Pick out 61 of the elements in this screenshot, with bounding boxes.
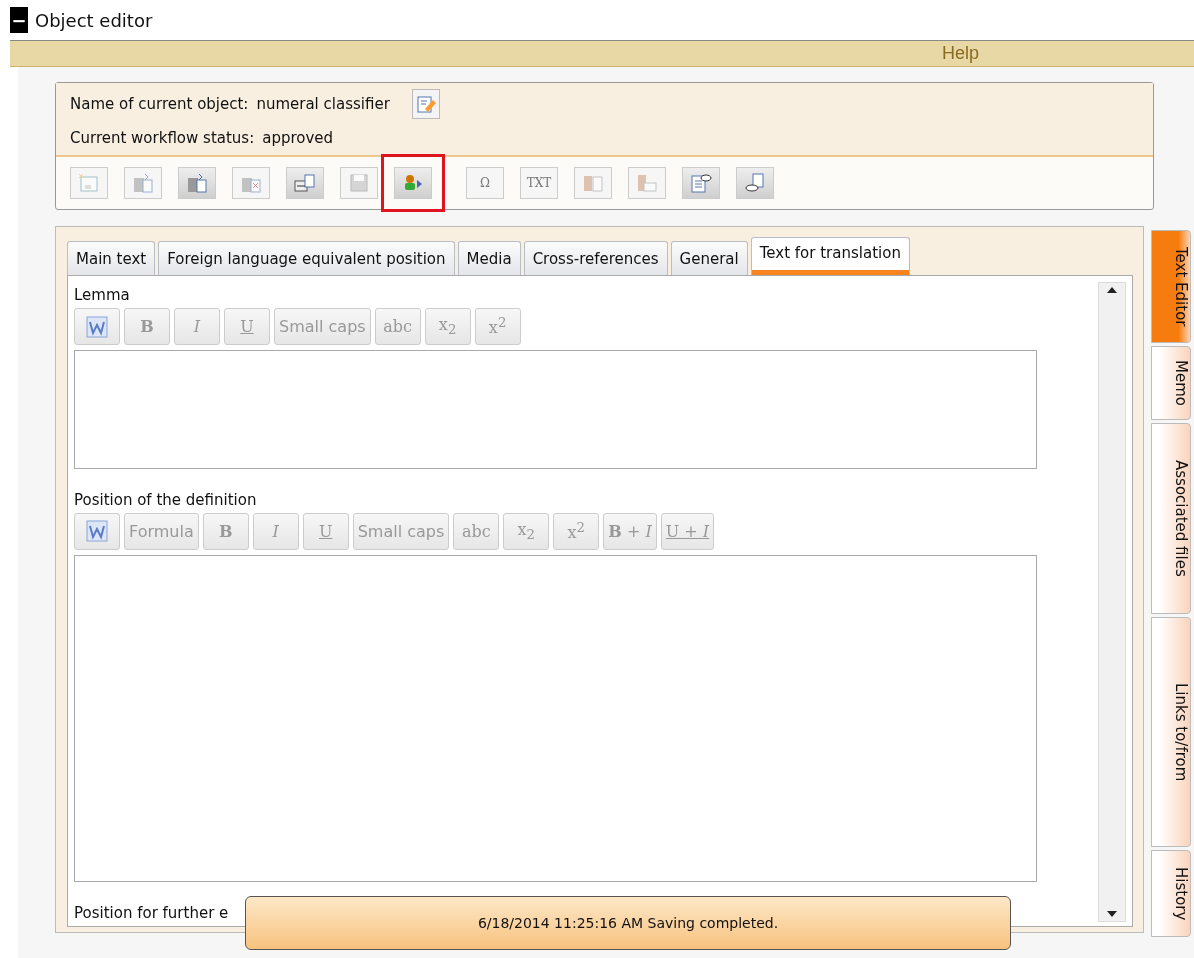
book-icon — [635, 172, 659, 194]
format-button[interactable]: U — [224, 308, 270, 345]
side-tab[interactable]: History — [1151, 850, 1191, 937]
side-tab[interactable]: Memo — [1151, 346, 1191, 420]
edit-button[interactable] — [411, 89, 440, 119]
word-import-button[interactable] — [74, 308, 120, 345]
window-title: Object editor — [35, 9, 153, 31]
format-button[interactable]: B + I — [603, 512, 657, 550]
workflow-status-value: approved — [262, 129, 334, 147]
format-button[interactable]: Formula — [124, 512, 199, 550]
format-button[interactable]: x$_{2}$ — [424, 308, 471, 345]
copy-document-icon — [131, 172, 155, 194]
tab[interactable]: Media — [457, 241, 521, 275]
field-label: Position for further e — [74, 904, 230, 922]
format-button[interactable]: I — [252, 512, 299, 550]
field-label: Position of the definition — [74, 490, 258, 509]
word-import-button[interactable] — [74, 512, 120, 550]
documents-icon — [293, 172, 317, 194]
format-button[interactable]: Small caps — [352, 512, 450, 550]
side-tab[interactable]: Text Editor — [1151, 230, 1191, 343]
format-button[interactable]: B — [202, 512, 249, 550]
format-button[interactable]: x$^{2}$ — [474, 308, 521, 345]
toolbar-button[interactable] — [286, 167, 324, 199]
side-tab[interactable]: Links to/from — [1151, 617, 1191, 847]
scrollbar[interactable] — [1098, 282, 1126, 922]
format-button[interactable]: abc — [374, 308, 421, 345]
side-tab[interactable]: Associated files — [1151, 423, 1191, 614]
document-w-icon — [85, 314, 109, 339]
numbered-page-icon — [77, 172, 101, 194]
format-button[interactable]: abc — [453, 512, 500, 550]
document-w-icon — [85, 519, 109, 544]
documents-eye-icon — [743, 172, 767, 194]
tab[interactable]: Cross-references — [523, 241, 668, 275]
toolbar-button[interactable] — [736, 167, 774, 199]
format-button[interactable]: I — [174, 308, 220, 345]
toolbar-button[interactable] — [178, 167, 216, 199]
format-button[interactable]: Small caps — [274, 308, 371, 345]
format-button[interactable]: U — [302, 512, 349, 550]
format-button[interactable]: U + I — [660, 512, 715, 550]
tab[interactable]: General — [670, 241, 748, 275]
format-button[interactable]: x$^{2}$ — [553, 512, 600, 550]
tab[interactable]: Text for translation — [750, 237, 910, 275]
scroll-up-icon — [1107, 287, 1117, 293]
text-area[interactable] — [74, 350, 1037, 469]
format-button[interactable]: B — [124, 308, 170, 345]
object-name-value: numeral classifier — [256, 95, 390, 113]
workflow-status-label: Current workflow status: — [70, 129, 255, 147]
copy-document-icon — [185, 172, 209, 194]
collapse-button[interactable]: − — [10, 7, 28, 33]
status-toast: 6/18/2014 11:25:16 AM Saving completed. — [245, 896, 1011, 950]
help-link[interactable]: Help — [941, 43, 979, 64]
document-eye-icon — [689, 172, 713, 194]
toolbar-button[interactable] — [394, 167, 432, 199]
scroll-down-icon — [1107, 911, 1117, 917]
field-label: Lemma — [74, 286, 131, 304]
tab[interactable]: Main text — [67, 241, 156, 275]
toolbar-button[interactable] — [682, 167, 720, 199]
edit-document-icon — [414, 93, 437, 115]
tab[interactable]: Foreign language equivalent position — [158, 241, 455, 275]
object-name-label: Name of current object: — [70, 95, 249, 113]
format-button[interactable]: x$_{2}$ — [503, 512, 550, 550]
